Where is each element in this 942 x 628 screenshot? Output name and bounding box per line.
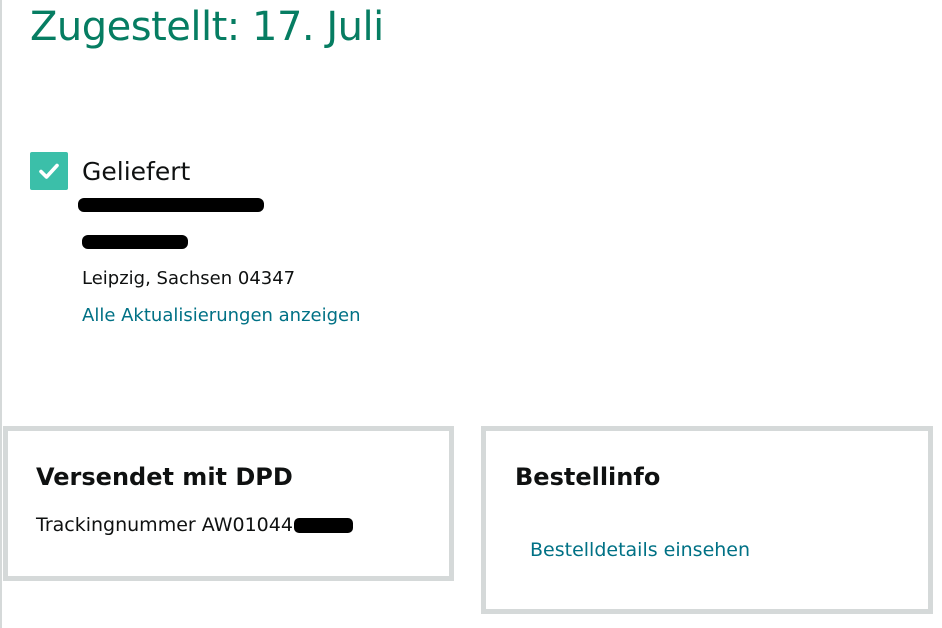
show-all-updates-link[interactable]: Alle Aktualisierungen anzeigen: [82, 305, 361, 326]
shipment-carrier-title: Versendet mit DPD: [36, 463, 293, 491]
order-info-card: Bestellinfo Bestelldetails einsehen: [481, 426, 933, 614]
redacted-recipient-name: [78, 198, 264, 212]
delivery-status: Geliefert: [30, 152, 190, 190]
order-info-title: Bestellinfo: [515, 463, 661, 491]
address-city: Leipzig, Sachsen 04347: [82, 268, 296, 289]
redacted-tracking-suffix: [293, 518, 353, 533]
left-divider: [0, 0, 2, 628]
tracking-number: Trackingnummer AW01044: [36, 514, 353, 536]
view-order-details-link[interactable]: Bestelldetails einsehen: [530, 539, 750, 561]
tracking-number-text: Trackingnummer AW01044: [36, 514, 293, 536]
status-label: Geliefert: [82, 156, 191, 186]
check-icon: [30, 152, 68, 190]
redacted-street-address: [82, 235, 188, 249]
delivery-heading: Zugestellt: 17. Juli: [30, 4, 384, 50]
shipment-card: Versendet mit DPD Trackingnummer AW01044: [3, 426, 454, 581]
